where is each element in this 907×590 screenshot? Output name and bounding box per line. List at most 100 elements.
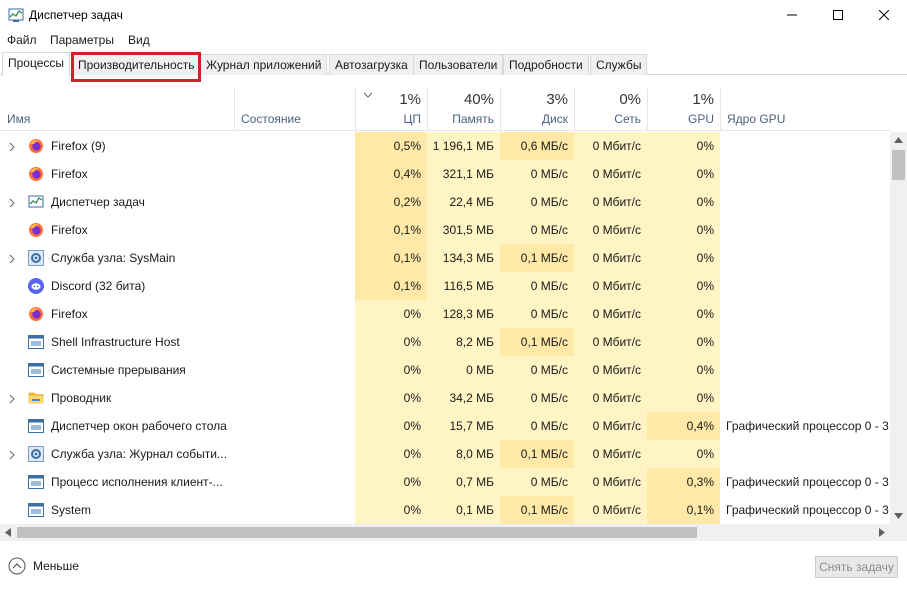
tab-bar: Процессы Производительность Журнал прило… [0, 52, 907, 76]
fewer-details-button[interactable]: Меньше [8, 557, 79, 575]
header-cpu[interactable]: 1% ЦП [355, 88, 427, 131]
cell-mem: 134,3 МБ [427, 244, 500, 272]
table-row[interactable]: Discord (32 бита) 0,1% 116,5 МБ 0 МБ/с 0 Мби… [0, 272, 890, 300]
cell-gpu-engine [720, 244, 890, 272]
cell-gpu: 0,1% [647, 496, 720, 524]
header-gpu-engine[interactable]: Ядро GPU [720, 88, 890, 131]
horizontal-scroll-thumb[interactable] [17, 527, 697, 538]
tab-startup[interactable]: Автозагрузка [329, 54, 414, 75]
table-row[interactable]: Firefox 0,4% 321,1 МБ 0 МБ/с 0 Мбит/с 0% [0, 160, 890, 188]
chevron-right-icon[interactable] [8, 393, 16, 404]
header-memory[interactable]: 40% Память [427, 88, 500, 131]
title-bar: Диспетчер задач [0, 0, 907, 30]
tab-performance[interactable]: Производительность [72, 54, 201, 75]
tab-details[interactable]: Подробности [503, 54, 589, 75]
header-gpu[interactable]: 1% GPU [647, 88, 720, 131]
header-disk-pct: 3% [546, 91, 568, 108]
cell-net: 0 Мбит/с [574, 216, 647, 244]
end-task-button[interactable]: Снять задачу [815, 556, 898, 578]
cell-gpu-engine [720, 160, 890, 188]
table-row[interactable]: Диспетчер задач 0,2% 22,4 МБ 0 МБ/с 0 Мбит/с… [0, 188, 890, 216]
cell-net: 0 Мбит/с [574, 244, 647, 272]
tab-services[interactable]: Службы [590, 54, 648, 75]
chevron-right-icon[interactable] [8, 253, 16, 264]
table-row[interactable]: Служба узла: Журнал событи... 0% 8,0 МБ 0,1… [0, 440, 890, 468]
minimize-button[interactable] [769, 0, 815, 30]
process-name: Служба узла: SysMain [51, 251, 176, 265]
cell-cpu: 0% [355, 328, 427, 356]
table-row[interactable]: Firefox 0% 128,3 МБ 0 МБ/с 0 Мбит/с 0% [0, 300, 890, 328]
cell-gpu: 0% [647, 216, 720, 244]
table-row[interactable]: Firefox 0,1% 301,5 МБ 0 МБ/с 0 Мбит/с 0% [0, 216, 890, 244]
process-name: Discord (32 бита) [51, 279, 146, 293]
header-network[interactable]: 0% Сеть [574, 88, 647, 131]
chevron-right-icon[interactable] [8, 141, 16, 152]
table-row[interactable]: Процесс исполнения клиент-... 0% 0,7 МБ 0 М… [0, 468, 890, 496]
cell-disk: 0 МБ/с [500, 356, 574, 384]
cell-cpu: 0,4% [355, 160, 427, 188]
menu-options[interactable]: Параметры [50, 33, 114, 47]
process-name: Проводник [51, 391, 112, 405]
scroll-right-icon[interactable] [879, 528, 885, 537]
close-button[interactable] [861, 0, 907, 30]
cell-net: 0 Мбит/с [574, 440, 647, 468]
cell-cpu: 0,1% [355, 244, 427, 272]
window-title: Диспетчер задач [29, 8, 123, 22]
maximize-button[interactable] [815, 0, 861, 30]
cell-net: 0 Мбит/с [574, 160, 647, 188]
chevron-right-icon[interactable] [8, 449, 16, 460]
cell-mem: 8,2 МБ [427, 328, 500, 356]
firefox-icon [28, 138, 44, 154]
chevron-right-icon[interactable] [8, 197, 16, 208]
table-row[interactable]: Служба узла: SysMain 0,1% 134,3 МБ 0,1 МБ/с… [0, 244, 890, 272]
cell-gpu-engine: Графический процессор 0 - 3 [726, 503, 889, 517]
menu-bar: Файл Параметры Вид [0, 30, 907, 50]
minimize-icon [787, 14, 797, 16]
cell-net: 0 Мбит/с [574, 384, 647, 412]
table-row[interactable]: Проводник 0% 34,2 МБ 0 МБ/с 0 Мбит/с 0% [0, 384, 890, 412]
discord-icon [28, 278, 44, 294]
cell-mem: 22,4 МБ [427, 188, 500, 216]
table-row[interactable]: Shell Infrastructure Host 0% 8,2 МБ 0,1 МБ/… [0, 328, 890, 356]
cell-gpu: 0% [647, 244, 720, 272]
cell-gpu-engine: Графический процессор 0 - 3 [726, 419, 889, 433]
menu-file[interactable]: Файл [7, 33, 37, 47]
cell-gpu-engine [720, 300, 890, 328]
fewer-details-label: Меньше [33, 559, 79, 573]
tab-users[interactable]: Пользователи [413, 54, 504, 75]
cell-mem: 128,3 МБ [427, 300, 500, 328]
cell-cpu: 0,2% [355, 188, 427, 216]
cell-disk: 0 МБ/с [500, 468, 574, 496]
process-list: Firefox (9) 0,5% 1 196,1 МБ 0,6 МБ/с 0 Мбит/… [0, 132, 890, 524]
scroll-left-icon[interactable] [5, 528, 11, 537]
process-name: Служба узла: Журнал событи... [51, 447, 227, 461]
cell-disk: 0 МБ/с [500, 188, 574, 216]
cell-cpu: 0% [355, 300, 427, 328]
cell-disk: 0,1 МБ/с [500, 496, 574, 524]
cell-gpu: 0% [647, 356, 720, 384]
scroll-up-icon[interactable] [894, 137, 903, 143]
cell-net: 0 Мбит/с [574, 496, 647, 524]
window-icon [28, 334, 44, 350]
tab-app-history[interactable]: Журнал приложений [200, 54, 328, 75]
header-cpu-pct: 1% [399, 91, 421, 108]
cell-mem: 0 МБ [427, 356, 500, 384]
header-disk[interactable]: 3% Диск [500, 88, 574, 131]
table-row[interactable]: Системные прерывания 0% 0 МБ 0 МБ/с 0 Мбит/с… [0, 356, 890, 384]
scroll-down-icon[interactable] [894, 513, 903, 519]
header-gpu-pct: 1% [692, 91, 714, 108]
window-icon [28, 474, 44, 490]
horizontal-scrollbar[interactable] [0, 524, 907, 541]
process-name: Firefox [51, 167, 88, 181]
cell-gpu-engine [720, 328, 890, 356]
cell-mem: 1 196,1 МБ [427, 132, 500, 160]
header-name[interactable]: Имя [7, 112, 30, 126]
menu-view[interactable]: Вид [128, 33, 150, 47]
tab-processes[interactable]: Процессы [2, 52, 71, 76]
firefox-icon [28, 306, 44, 322]
vertical-scrollbar[interactable] [890, 132, 907, 524]
table-row[interactable]: Диспетчер окон рабочего стола 0% 15,7 МБ 0 … [0, 412, 890, 440]
table-row[interactable]: System 0% 0,1 МБ 0,1 МБ/с 0 Мбит/с 0,1% Графич… [0, 496, 890, 524]
table-row[interactable]: Firefox (9) 0,5% 1 196,1 МБ 0,6 МБ/с 0 Мбит/… [0, 132, 890, 160]
vertical-scroll-thumb[interactable] [892, 150, 905, 180]
